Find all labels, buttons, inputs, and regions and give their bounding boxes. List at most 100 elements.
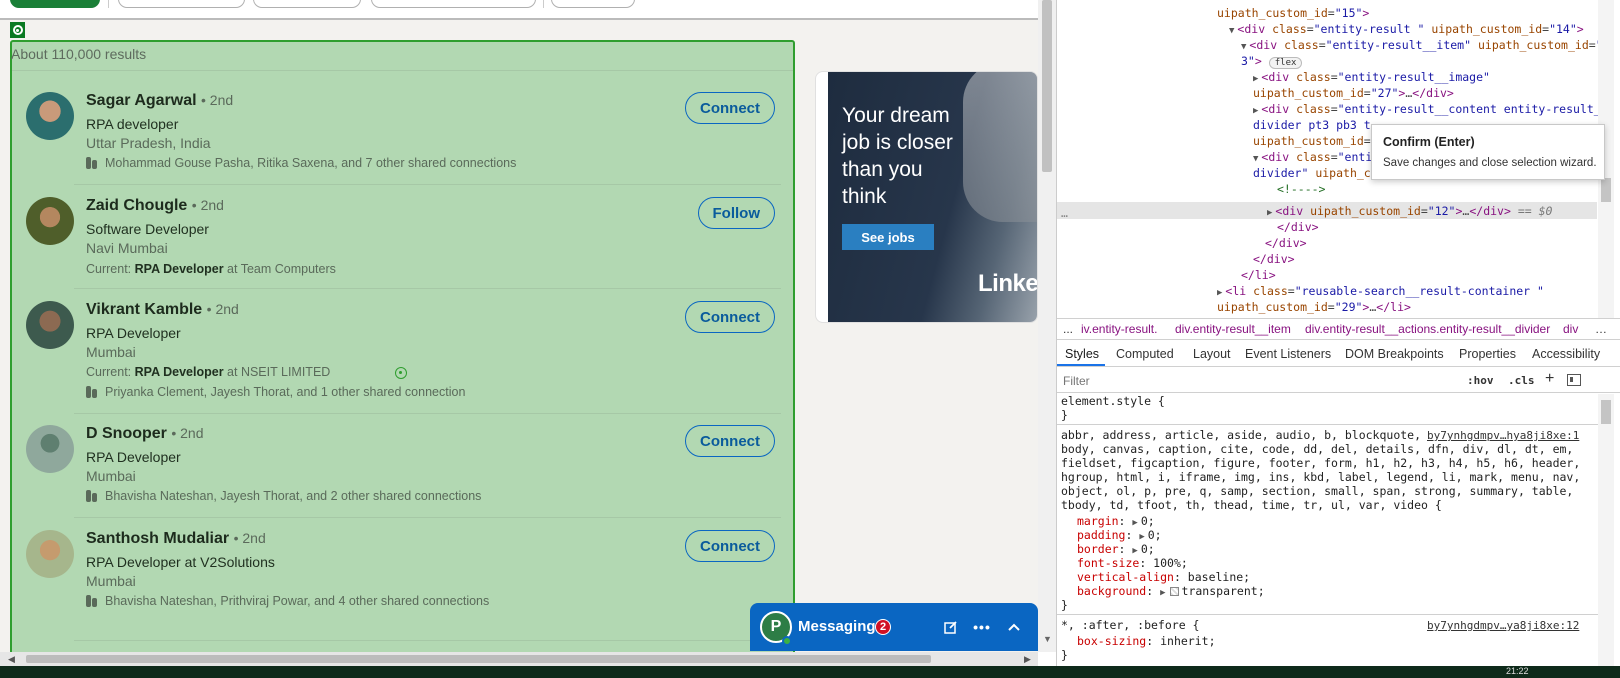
styles-filter-input[interactable] xyxy=(1063,372,1441,390)
reset-selector-line[interactable]: hgroup, html, i, iframe, img, ins, kbd, … xyxy=(1061,470,1580,484)
scroll-down-arrow-icon[interactable]: ▼ xyxy=(1043,634,1052,644)
dom-node[interactable]: uipath_custom_id="29">…</li> xyxy=(1217,300,1411,314)
filter-pill-all-filters[interactable] xyxy=(551,0,635,8)
breadcrumb-item[interactable]: div.entity-result__actions.entity-result… xyxy=(1305,322,1550,336)
scrollbar-thumb[interactable] xyxy=(26,655,931,663)
reset-selector-line[interactable]: object, ol, p, pre, q, samp, section, sm… xyxy=(1061,484,1573,498)
css-property-value[interactable]: inherit; xyxy=(1160,634,1215,648)
avatar[interactable] xyxy=(26,530,74,578)
new-style-rule-icon[interactable]: + xyxy=(1545,370,1554,388)
css-declaration[interactable]: margin: ▶ 0; xyxy=(1077,514,1155,528)
css-property-name[interactable]: vertical-align xyxy=(1077,570,1174,584)
css-property-name[interactable]: border xyxy=(1077,542,1119,556)
dom-tree[interactable]: … uipath_custom_id="15"> ▼ <div class="en… xyxy=(1057,0,1620,318)
shared-connections[interactable]: Mohammad Gouse Pasha, Ritika Saxena, and… xyxy=(86,156,516,170)
reset-selector-line[interactable]: tbody, td, tfoot, th, thead, time, tr, u… xyxy=(1061,498,1442,512)
shared-connections[interactable]: Bhavisha Nateshan, Prithviraj Powar, and… xyxy=(86,594,489,608)
breadcrumb-overflow[interactable]: ... xyxy=(1063,322,1073,336)
dom-node[interactable]: divider" uipath_cu xyxy=(1253,166,1378,180)
result-name[interactable]: D Snooper xyxy=(86,425,167,442)
class-toggle[interactable]: .cls xyxy=(1508,374,1535,387)
dom-node[interactable]: </div> xyxy=(1277,220,1319,234)
follow-button[interactable]: Follow xyxy=(697,197,775,229)
connect-button[interactable]: Connect xyxy=(685,301,775,333)
result-name[interactable]: Santhosh Mudaliar xyxy=(86,530,229,547)
toggle-sidebar-icon[interactable] xyxy=(1567,374,1581,386)
css-property-value[interactable]: 0; xyxy=(1141,542,1155,556)
connect-button[interactable]: Connect xyxy=(685,92,775,124)
dom-node[interactable]: </li> xyxy=(1241,268,1276,282)
dom-node-selected[interactable]: ▶ <div uipath_custom_id="12">…</div> == $… xyxy=(1267,204,1552,218)
avatar[interactable] xyxy=(26,92,74,140)
dom-node[interactable]: uipath_custom_id="27">…</div> xyxy=(1253,86,1454,100)
see-jobs-button[interactable]: See jobs xyxy=(842,224,934,250)
tab-layout[interactable]: Layout xyxy=(1193,347,1231,361)
css-property-value[interactable]: transparent; xyxy=(1182,584,1265,598)
stylesheet-source-link[interactable]: by7ynhgdmpv…ya8ji8xe:12 xyxy=(1427,618,1579,632)
filter-pill-connections[interactable] xyxy=(118,0,245,8)
filter-pill-locations[interactable] xyxy=(253,0,361,8)
reset-selector-line[interactable]: body, canvas, caption, cite, code, dd, d… xyxy=(1061,442,1573,456)
connect-button[interactable]: Connect xyxy=(685,425,775,457)
css-property-name[interactable]: font-size xyxy=(1077,556,1139,570)
stylesheet-source-link[interactable]: by7ynhgdmpv…hya8ji8xe:1 xyxy=(1427,428,1579,442)
messaging-bar[interactable]: P Messaging 2 ••• xyxy=(750,603,1038,651)
breadcrumb-more-icon[interactable]: … xyxy=(1595,322,1607,336)
css-declaration[interactable]: vertical-align: baseline; xyxy=(1077,570,1250,584)
css-declaration[interactable]: font-size: 100%; xyxy=(1077,556,1188,570)
hover-state-toggle[interactable]: :hov xyxy=(1467,374,1494,387)
avatar[interactable] xyxy=(26,197,74,245)
css-property-value[interactable]: 0; xyxy=(1141,514,1155,528)
page-vertical-scrollbar[interactable]: ▼ xyxy=(1038,0,1056,652)
css-declaration[interactable]: box-sizing: inherit; xyxy=(1077,634,1216,648)
result-name[interactable]: Zaid Chougle xyxy=(86,197,187,214)
dom-node[interactable]: ▶ <div class="entity-result__image" xyxy=(1253,70,1490,84)
tab-dom-breakpoints[interactable]: DOM Breakpoints xyxy=(1345,347,1444,361)
filter-pill-current-company[interactable] xyxy=(371,0,536,8)
source-link-text[interactable]: by7ynhgdmpv…hya8ji8xe:1 xyxy=(1427,429,1579,442)
css-property-name[interactable]: background xyxy=(1077,584,1146,598)
css-property-value[interactable]: baseline; xyxy=(1188,570,1250,584)
dom-node[interactable]: 3"> flex xyxy=(1241,54,1303,69)
tab-computed[interactable]: Computed xyxy=(1116,347,1174,361)
compose-icon[interactable] xyxy=(941,617,961,637)
more-icon[interactable]: ••• xyxy=(972,617,992,637)
filter-pill-people[interactable] xyxy=(10,0,100,8)
css-declaration[interactable]: border: ▶ 0; xyxy=(1077,542,1155,556)
css-property-name[interactable]: box-sizing xyxy=(1077,634,1146,648)
scrollbar-thumb[interactable] xyxy=(1042,0,1052,172)
flex-badge[interactable]: flex xyxy=(1268,57,1303,69)
dom-node[interactable]: ▶ <div class="entity-result__content enti… xyxy=(1253,102,1608,116)
dom-node[interactable]: divider pt3 pb3 t- xyxy=(1253,118,1378,132)
dom-node[interactable]: ▼ <div class="entity-result__item" uipath… xyxy=(1241,38,1610,52)
color-swatch-icon[interactable] xyxy=(1169,587,1179,596)
avatar[interactable] xyxy=(26,425,74,473)
connect-button[interactable]: Connect xyxy=(685,530,775,562)
source-link-text[interactable]: by7ynhgdmpv…ya8ji8xe:12 xyxy=(1427,619,1579,632)
reset-selector-line[interactable]: abbr, address, article, aside, audio, b,… xyxy=(1061,428,1421,442)
dom-comment[interactable]: <!----> xyxy=(1277,182,1325,196)
css-property-value[interactable]: 100%; xyxy=(1153,556,1188,570)
scrollbar-thumb[interactable] xyxy=(1601,400,1611,424)
reset-selector-line[interactable]: fieldset, figcaption, figure, footer, fo… xyxy=(1061,456,1580,470)
css-declaration[interactable]: background: ▶ transparent; xyxy=(1077,584,1265,598)
breadcrumb-item-current[interactable]: div xyxy=(1563,322,1578,336)
dom-node[interactable]: ▼ <div class="entity-result " uipath_cust… xyxy=(1229,22,1584,36)
horizontal-scrollbar[interactable]: ◀ ▶ xyxy=(0,652,1038,666)
chevron-up-icon[interactable] xyxy=(1004,617,1024,637)
result-name[interactable]: Sagar Agarwal xyxy=(86,92,197,109)
messaging-title[interactable]: Messaging xyxy=(798,618,876,635)
dom-node[interactable]: uipath_custom_id=" xyxy=(1253,134,1378,148)
breadcrumb-item[interactable]: div.entity-result__item xyxy=(1175,322,1291,336)
styles-pane[interactable]: element.style { } abbr, address, article… xyxy=(1057,394,1620,666)
dom-node[interactable]: ▶ <li class="reusable-search__result-cont… xyxy=(1217,284,1544,298)
dom-node[interactable]: </div> xyxy=(1265,236,1307,250)
element-style-selector[interactable]: element.style { xyxy=(1061,394,1165,408)
row-options-icon[interactable]: … xyxy=(1061,206,1068,220)
dom-node[interactable]: ▼ <div class="entit xyxy=(1253,150,1379,164)
tab-properties[interactable]: Properties xyxy=(1459,347,1516,361)
scrollbar-thumb[interactable] xyxy=(1601,178,1611,202)
tab-event-listeners[interactable]: Event Listeners xyxy=(1245,347,1331,361)
css-property-name[interactable]: margin xyxy=(1077,514,1119,528)
scroll-left-arrow-icon[interactable]: ◀ xyxy=(8,654,15,665)
